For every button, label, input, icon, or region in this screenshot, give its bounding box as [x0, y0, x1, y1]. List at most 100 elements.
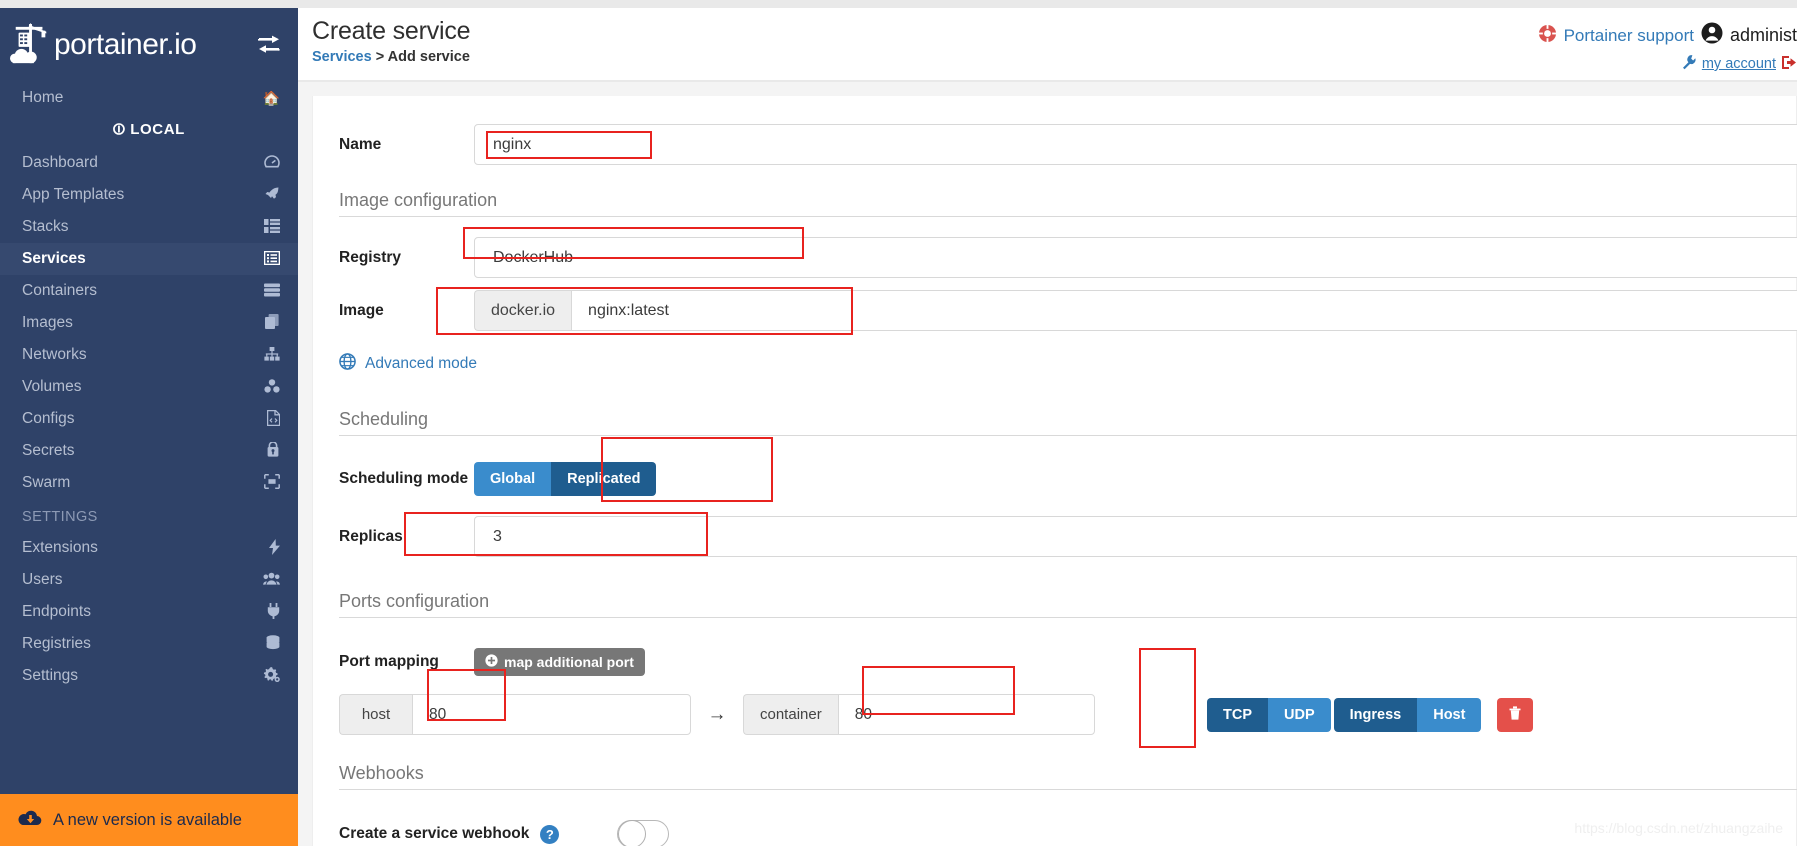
- content-area: Create service Services > Add service Po…: [298, 0, 1797, 846]
- sidebar-item-extensions[interactable]: Extensions: [0, 532, 298, 564]
- protocol-option-tcp[interactable]: TCP: [1207, 697, 1268, 732]
- header-top-row: Portainer support administ: [1538, 22, 1797, 49]
- sidebar-item-app-templates[interactable]: App Templates: [0, 179, 298, 211]
- sidebar-item-stacks[interactable]: Stacks: [0, 211, 298, 243]
- container-port-group: container 80: [743, 694, 1095, 735]
- sidebar-item-label: Volumes: [22, 378, 82, 395]
- plug-icon: [258, 602, 280, 622]
- sidebar-item-label: Swarm: [22, 474, 71, 491]
- sidebar-item-home[interactable]: Home 🏠: [0, 82, 298, 114]
- sidebar-item-images[interactable]: Images: [0, 307, 298, 339]
- sidebar-nav-main: Dashboard App Templates Stacks Services Cont…: [0, 147, 298, 499]
- home-icon: 🏠: [262, 89, 280, 106]
- publish-option-host[interactable]: Host: [1417, 697, 1482, 732]
- name-label: Name: [339, 135, 382, 153]
- sidebar-item-secrets[interactable]: Secrets: [0, 435, 298, 467]
- volumes-icon: [258, 378, 280, 396]
- sidebar-item-swarm[interactable]: Swarm: [0, 467, 298, 499]
- new-version-banner[interactable]: A new version is available: [0, 794, 298, 846]
- sidebar-item-label: Users: [22, 571, 63, 588]
- name-input-wrap: nginx: [474, 124, 1797, 165]
- sidebar-section-settings: SETTINGS: [22, 509, 98, 525]
- form-body: Name nginx Image configuration Registry …: [298, 82, 1797, 846]
- image-input[interactable]: nginx:latest: [571, 290, 1797, 331]
- sidebar: portainer.io Home 🏠 ⏼ LOCAL Dashboard Ap…: [0, 0, 298, 846]
- lifebuoy-icon: [1538, 24, 1557, 48]
- publish-option-ingress[interactable]: Ingress: [1333, 697, 1418, 732]
- image-input-group: docker.io nginx:latest: [474, 290, 1797, 331]
- protocol-option-udp[interactable]: UDP: [1268, 697, 1331, 732]
- name-input[interactable]: nginx: [474, 124, 1797, 165]
- registry-select-wrap: DockerHub: [474, 237, 1797, 278]
- sidebar-item-volumes[interactable]: Volumes: [0, 371, 298, 403]
- sidebar-collapse-toggle-icon[interactable]: [256, 33, 282, 57]
- registry-label: Registry: [339, 248, 402, 266]
- user-name: administ: [1729, 25, 1797, 45]
- stacks-icon: [258, 218, 280, 236]
- host-port-addon: host: [339, 694, 412, 735]
- replicas-label: Replicas: [339, 527, 403, 545]
- sidebar-item-users[interactable]: Users: [0, 564, 298, 596]
- replicas-input[interactable]: 3: [474, 516, 1797, 557]
- map-additional-port-button[interactable]: map additional port: [474, 648, 645, 676]
- advanced-mode-link[interactable]: Advanced mode: [339, 353, 1796, 375]
- service-webhook-toggle[interactable]: [617, 820, 669, 846]
- sidebar-item-label: Containers: [22, 282, 97, 299]
- sidebar-item-registries[interactable]: Registries: [0, 628, 298, 660]
- sidebar-item-services[interactable]: Services: [0, 243, 298, 275]
- sidebar-endpoint-local: ⏼ LOCAL: [0, 114, 298, 147]
- advanced-mode-label: Advanced mode: [365, 355, 478, 372]
- page-header: Create service Services > Add service Po…: [298, 8, 1797, 80]
- configs-icon: [258, 409, 281, 429]
- service-webhook-label: Create a service webhook: [339, 825, 530, 842]
- registry-select[interactable]: DockerHub: [474, 237, 1797, 278]
- row-registry: Registry DockerHub: [339, 237, 1797, 278]
- host-port-input[interactable]: 80: [412, 694, 691, 735]
- user-circle-icon: [1701, 22, 1723, 49]
- logout-icon[interactable]: [1781, 55, 1797, 74]
- section-image-configuration: Image configuration: [339, 190, 1797, 217]
- sidebar-item-label: Settings: [22, 667, 79, 684]
- scheduling-mode-toggle-group: Global Replicated: [474, 462, 657, 496]
- section-ports-configuration: Ports configuration: [339, 591, 1797, 618]
- port-mapping-row: host 80 → container 80 TCP UDP Ingress H…: [339, 694, 1796, 735]
- sidebar-item-endpoints[interactable]: Endpoints: [0, 596, 298, 628]
- replicas-input-wrap: 3: [474, 516, 1797, 557]
- sidebar-item-containers[interactable]: Containers: [0, 275, 298, 307]
- sidebar-item-label: Images: [22, 314, 73, 331]
- section-scheduling: Scheduling: [339, 409, 1797, 436]
- trash-icon: [1508, 705, 1522, 725]
- portainer-support-link[interactable]: Portainer support: [1564, 26, 1694, 46]
- question-circle-icon[interactable]: ?: [540, 824, 560, 844]
- gears-icon: [258, 666, 280, 686]
- sidebar-item-configs[interactable]: Configs: [0, 403, 298, 435]
- plug-icon: ⏼: [113, 121, 126, 138]
- delete-port-button[interactable]: [1497, 697, 1534, 732]
- breadcrumb-link-services[interactable]: Services: [312, 49, 372, 65]
- scheduling-mode-option-global[interactable]: Global: [474, 462, 552, 496]
- content-top-strip: [298, 0, 1797, 8]
- row-port-mapping: Port mapping map additional port: [339, 648, 1796, 676]
- sidebar-item-label: Networks: [22, 346, 87, 363]
- scheduling-mode-option-replicated[interactable]: Replicated: [551, 462, 657, 496]
- portainer-logo-icon: [10, 21, 52, 69]
- sidebar-item-networks[interactable]: Networks: [0, 339, 298, 371]
- sidebar-local-label: LOCAL: [130, 121, 185, 138]
- create-service-card: Name nginx Image configuration Registry …: [312, 96, 1797, 846]
- sidebar-item-label: Registries: [22, 635, 91, 652]
- sidebar-item-label: Secrets: [22, 442, 75, 459]
- sidebar-item-dashboard[interactable]: Dashboard: [0, 147, 298, 179]
- plus-circle-icon: [485, 654, 498, 670]
- my-account-link[interactable]: my account: [1702, 56, 1776, 72]
- breadcrumb-current: Add service: [387, 49, 470, 65]
- row-scheduling-mode: Scheduling mode Global Replicated: [339, 462, 1796, 496]
- section-webhooks: Webhooks: [339, 763, 1797, 790]
- sidebar-nav-settings: Extensions Users Endpoints Registries Settin…: [0, 532, 298, 692]
- container-port-input[interactable]: 80: [837, 694, 1095, 735]
- image-input-wrap: docker.io nginx:latest: [474, 290, 1797, 331]
- sidebar-item-label: Dashboard: [22, 154, 98, 171]
- port-arrow-icon: →: [707, 703, 727, 725]
- sidebar-item-settings[interactable]: Settings: [0, 660, 298, 692]
- header-bottom-row: my account: [1538, 54, 1797, 74]
- sidebar-item-label: Stacks: [22, 218, 69, 235]
